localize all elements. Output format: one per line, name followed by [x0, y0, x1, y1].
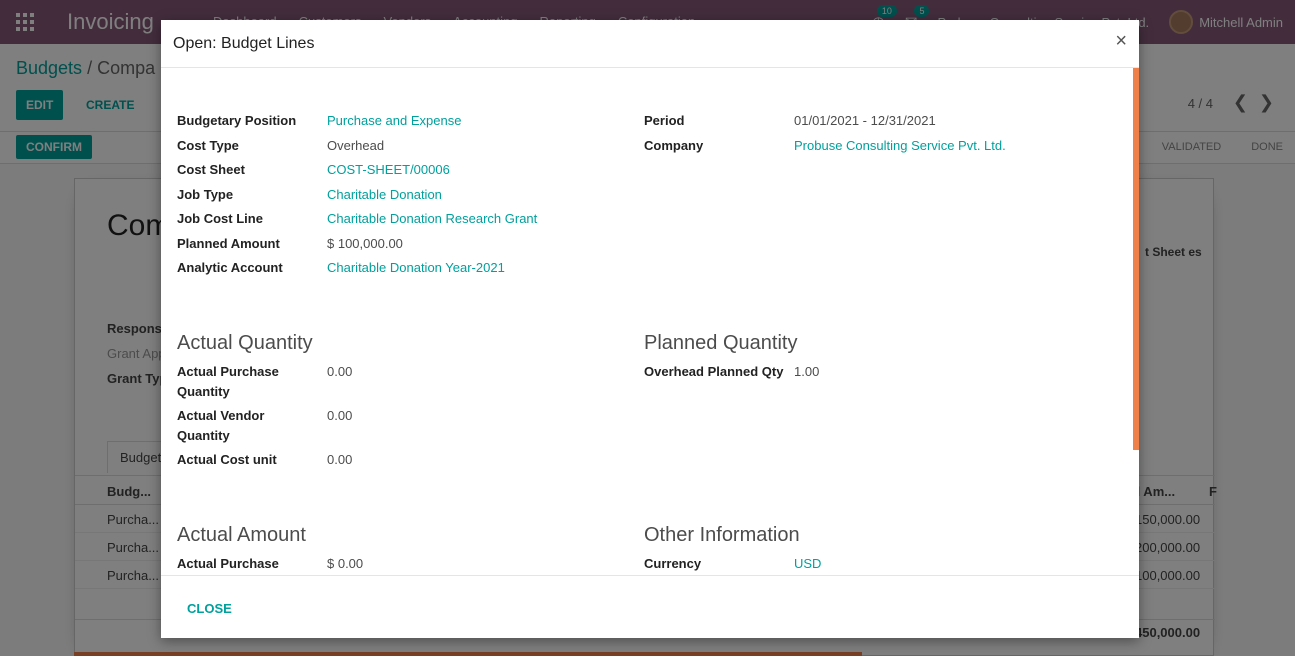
- cost-sheet-label: Cost Sheet: [177, 162, 245, 177]
- period-label: Period: [644, 113, 685, 128]
- modal-header: Open: Budget Lines ×: [161, 20, 1139, 68]
- cost-sheet-value[interactable]: COST-SHEET/00006: [327, 160, 450, 180]
- job-type-value[interactable]: Charitable Donation: [327, 185, 442, 205]
- actual-quantity-title: Actual Quantity: [177, 332, 313, 354]
- modal-scrollbar[interactable]: [1133, 68, 1139, 450]
- actual-purchase-quantity-value: 0.00: [327, 364, 353, 379]
- budget-lines-dialog: Open: Budget Lines × Budgetary Position …: [161, 20, 1139, 638]
- planned-amount-label: Planned Amount: [177, 236, 280, 251]
- actual-purchase-label: Actual Purchase: [177, 556, 279, 571]
- job-cost-line-label: Job Cost Line: [177, 211, 263, 226]
- close-button[interactable]: CLOSE: [175, 597, 244, 620]
- planned-amount-value: $ 100,000.00: [327, 236, 403, 251]
- modal-body[interactable]: Budgetary Position Purchase and Expense …: [161, 68, 1139, 576]
- job-cost-line-value[interactable]: Charitable Donation Research Grant: [327, 209, 537, 229]
- company-value[interactable]: Probuse Consulting Service Pvt. Ltd.: [794, 136, 1006, 156]
- actual-vendor-quantity-value: 0.00: [327, 408, 353, 423]
- analytic-account-value[interactable]: Charitable Donation Year-2021: [327, 258, 505, 278]
- actual-vendor-quantity-label: Actual Vendor Quantity: [177, 408, 265, 443]
- actual-purchase-value: $ 0.00: [327, 556, 364, 571]
- budgetary-position-value[interactable]: Purchase and Expense: [327, 111, 461, 131]
- analytic-account-label: Analytic Account: [177, 260, 283, 275]
- currency-label: Currency: [644, 556, 702, 571]
- overhead-planned-qty-value: 1.00: [794, 364, 820, 379]
- actual-cost-unit-value: 0.00: [327, 452, 353, 467]
- budgetary-position-label: Budgetary Position: [177, 113, 297, 128]
- overhead-planned-qty-label: Overhead Planned Qty: [644, 364, 784, 379]
- currency-value[interactable]: USD: [794, 554, 821, 574]
- period-value: 01/01/2021 - 12/31/2021: [794, 113, 936, 128]
- planned-quantity-title: Planned Quantity: [644, 332, 798, 354]
- actual-amount-title: Actual Amount: [177, 524, 306, 546]
- close-icon[interactable]: ×: [1115, 31, 1127, 51]
- job-type-label: Job Type: [177, 187, 234, 202]
- other-information-title: Other Information: [644, 524, 800, 546]
- cost-type-value: Overhead: [327, 138, 385, 153]
- cost-type-label: Cost Type: [177, 138, 239, 153]
- company-label: Company: [644, 138, 704, 153]
- modal-title: Open: Budget Lines: [173, 35, 315, 52]
- actual-cost-unit-label: Actual Cost unit: [177, 452, 277, 467]
- modal-footer: CLOSE: [161, 575, 1139, 638]
- actual-purchase-quantity-label: Actual Purchase Quantity: [177, 364, 279, 399]
